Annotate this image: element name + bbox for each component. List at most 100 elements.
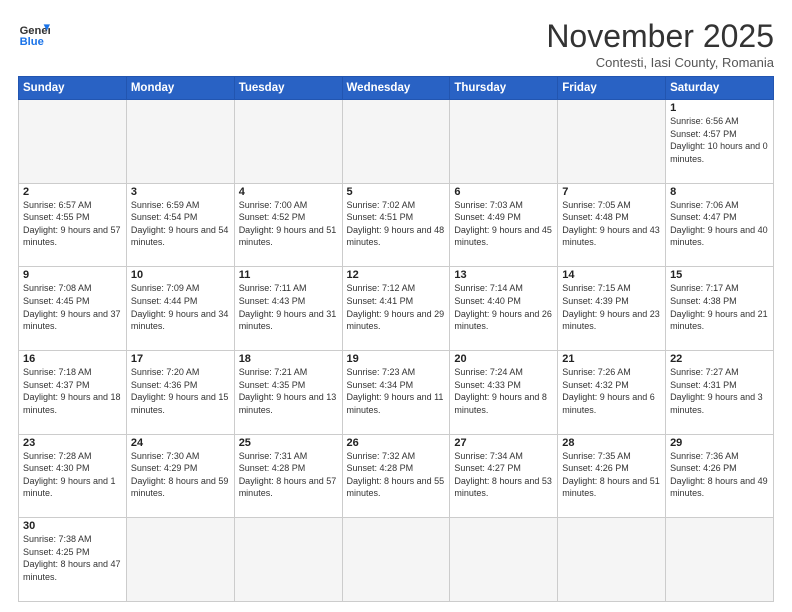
day-number: 20 — [454, 353, 553, 365]
day-number: 12 — [347, 269, 446, 281]
day-info: Sunrise: 7:27 AM Sunset: 4:31 PM Dayligh… — [670, 366, 769, 416]
day-cell — [126, 518, 234, 602]
col-tuesday: Tuesday — [234, 77, 342, 100]
day-info: Sunrise: 7:00 AM Sunset: 4:52 PM Dayligh… — [239, 199, 338, 249]
day-info: Sunrise: 7:18 AM Sunset: 4:37 PM Dayligh… — [23, 366, 122, 416]
day-number: 23 — [23, 437, 122, 449]
day-info: Sunrise: 6:57 AM Sunset: 4:55 PM Dayligh… — [23, 199, 122, 249]
day-cell — [342, 518, 450, 602]
week-row-2: 2Sunrise: 6:57 AM Sunset: 4:55 PM Daylig… — [19, 183, 774, 267]
day-info: Sunrise: 7:06 AM Sunset: 4:47 PM Dayligh… — [670, 199, 769, 249]
day-cell: 1Sunrise: 6:56 AM Sunset: 4:57 PM Daylig… — [666, 100, 774, 184]
day-info: Sunrise: 7:24 AM Sunset: 4:33 PM Dayligh… — [454, 366, 553, 416]
day-cell: 5Sunrise: 7:02 AM Sunset: 4:51 PM Daylig… — [342, 183, 450, 267]
col-thursday: Thursday — [450, 77, 558, 100]
day-info: Sunrise: 7:21 AM Sunset: 4:35 PM Dayligh… — [239, 366, 338, 416]
week-row-1: 1Sunrise: 6:56 AM Sunset: 4:57 PM Daylig… — [19, 100, 774, 184]
day-number: 2 — [23, 186, 122, 198]
day-number: 29 — [670, 437, 769, 449]
day-info: Sunrise: 7:05 AM Sunset: 4:48 PM Dayligh… — [562, 199, 661, 249]
day-cell: 26Sunrise: 7:32 AM Sunset: 4:28 PM Dayli… — [342, 434, 450, 518]
svg-text:Blue: Blue — [20, 36, 44, 48]
day-info: Sunrise: 6:56 AM Sunset: 4:57 PM Dayligh… — [670, 115, 769, 165]
day-cell: 7Sunrise: 7:05 AM Sunset: 4:48 PM Daylig… — [558, 183, 666, 267]
day-cell: 18Sunrise: 7:21 AM Sunset: 4:35 PM Dayli… — [234, 350, 342, 434]
day-number: 5 — [347, 186, 446, 198]
day-cell: 16Sunrise: 7:18 AM Sunset: 4:37 PM Dayli… — [19, 350, 127, 434]
day-number: 7 — [562, 186, 661, 198]
day-cell — [558, 100, 666, 184]
day-cell: 19Sunrise: 7:23 AM Sunset: 4:34 PM Dayli… — [342, 350, 450, 434]
day-cell — [126, 100, 234, 184]
day-info: Sunrise: 7:26 AM Sunset: 4:32 PM Dayligh… — [562, 366, 661, 416]
day-info: Sunrise: 7:11 AM Sunset: 4:43 PM Dayligh… — [239, 282, 338, 332]
header-row: Sunday Monday Tuesday Wednesday Thursday… — [19, 77, 774, 100]
day-number: 27 — [454, 437, 553, 449]
day-cell: 28Sunrise: 7:35 AM Sunset: 4:26 PM Dayli… — [558, 434, 666, 518]
day-number: 16 — [23, 353, 122, 365]
day-info: Sunrise: 7:34 AM Sunset: 4:27 PM Dayligh… — [454, 450, 553, 500]
day-info: Sunrise: 7:38 AM Sunset: 4:25 PM Dayligh… — [23, 533, 122, 583]
day-cell — [450, 100, 558, 184]
day-number: 17 — [131, 353, 230, 365]
day-number: 21 — [562, 353, 661, 365]
day-cell: 21Sunrise: 7:26 AM Sunset: 4:32 PM Dayli… — [558, 350, 666, 434]
week-row-6: 30Sunrise: 7:38 AM Sunset: 4:25 PM Dayli… — [19, 518, 774, 602]
day-number: 24 — [131, 437, 230, 449]
day-cell: 13Sunrise: 7:14 AM Sunset: 4:40 PM Dayli… — [450, 267, 558, 351]
day-number: 3 — [131, 186, 230, 198]
day-number: 1 — [670, 102, 769, 114]
day-cell: 25Sunrise: 7:31 AM Sunset: 4:28 PM Dayli… — [234, 434, 342, 518]
day-number: 10 — [131, 269, 230, 281]
day-cell — [234, 100, 342, 184]
day-cell: 24Sunrise: 7:30 AM Sunset: 4:29 PM Dayli… — [126, 434, 234, 518]
day-cell — [19, 100, 127, 184]
calendar-title: November 2025 — [546, 18, 774, 55]
day-info: Sunrise: 6:59 AM Sunset: 4:54 PM Dayligh… — [131, 199, 230, 249]
day-number: 22 — [670, 353, 769, 365]
day-number: 25 — [239, 437, 338, 449]
day-number: 13 — [454, 269, 553, 281]
col-wednesday: Wednesday — [342, 77, 450, 100]
day-cell — [666, 518, 774, 602]
day-cell: 2Sunrise: 6:57 AM Sunset: 4:55 PM Daylig… — [19, 183, 127, 267]
day-info: Sunrise: 7:02 AM Sunset: 4:51 PM Dayligh… — [347, 199, 446, 249]
day-info: Sunrise: 7:35 AM Sunset: 4:26 PM Dayligh… — [562, 450, 661, 500]
day-cell: 30Sunrise: 7:38 AM Sunset: 4:25 PM Dayli… — [19, 518, 127, 602]
day-cell: 11Sunrise: 7:11 AM Sunset: 4:43 PM Dayli… — [234, 267, 342, 351]
day-cell: 29Sunrise: 7:36 AM Sunset: 4:26 PM Dayli… — [666, 434, 774, 518]
day-cell: 17Sunrise: 7:20 AM Sunset: 4:36 PM Dayli… — [126, 350, 234, 434]
day-cell: 15Sunrise: 7:17 AM Sunset: 4:38 PM Dayli… — [666, 267, 774, 351]
day-cell: 12Sunrise: 7:12 AM Sunset: 4:41 PM Dayli… — [342, 267, 450, 351]
col-sunday: Sunday — [19, 77, 127, 100]
day-cell: 6Sunrise: 7:03 AM Sunset: 4:49 PM Daylig… — [450, 183, 558, 267]
logo-icon: General Blue — [18, 18, 50, 50]
day-info: Sunrise: 7:14 AM Sunset: 4:40 PM Dayligh… — [454, 282, 553, 332]
day-number: 8 — [670, 186, 769, 198]
day-cell: 8Sunrise: 7:06 AM Sunset: 4:47 PM Daylig… — [666, 183, 774, 267]
col-monday: Monday — [126, 77, 234, 100]
day-cell: 4Sunrise: 7:00 AM Sunset: 4:52 PM Daylig… — [234, 183, 342, 267]
calendar-table: Sunday Monday Tuesday Wednesday Thursday… — [18, 76, 774, 602]
day-number: 4 — [239, 186, 338, 198]
logo: General Blue General Blue — [18, 18, 50, 50]
day-cell: 20Sunrise: 7:24 AM Sunset: 4:33 PM Dayli… — [450, 350, 558, 434]
calendar-subtitle: Contesti, Iasi County, Romania — [546, 55, 774, 70]
day-number: 6 — [454, 186, 553, 198]
day-number: 18 — [239, 353, 338, 365]
day-info: Sunrise: 7:03 AM Sunset: 4:49 PM Dayligh… — [454, 199, 553, 249]
day-info: Sunrise: 7:12 AM Sunset: 4:41 PM Dayligh… — [347, 282, 446, 332]
col-saturday: Saturday — [666, 77, 774, 100]
day-number: 11 — [239, 269, 338, 281]
day-number: 9 — [23, 269, 122, 281]
page: General Blue General Blue November 2025 … — [0, 0, 792, 612]
day-cell: 14Sunrise: 7:15 AM Sunset: 4:39 PM Dayli… — [558, 267, 666, 351]
day-number: 14 — [562, 269, 661, 281]
day-info: Sunrise: 7:31 AM Sunset: 4:28 PM Dayligh… — [239, 450, 338, 500]
day-cell: 27Sunrise: 7:34 AM Sunset: 4:27 PM Dayli… — [450, 434, 558, 518]
day-cell — [558, 518, 666, 602]
day-info: Sunrise: 7:30 AM Sunset: 4:29 PM Dayligh… — [131, 450, 230, 500]
day-number: 19 — [347, 353, 446, 365]
day-number: 15 — [670, 269, 769, 281]
day-number: 28 — [562, 437, 661, 449]
